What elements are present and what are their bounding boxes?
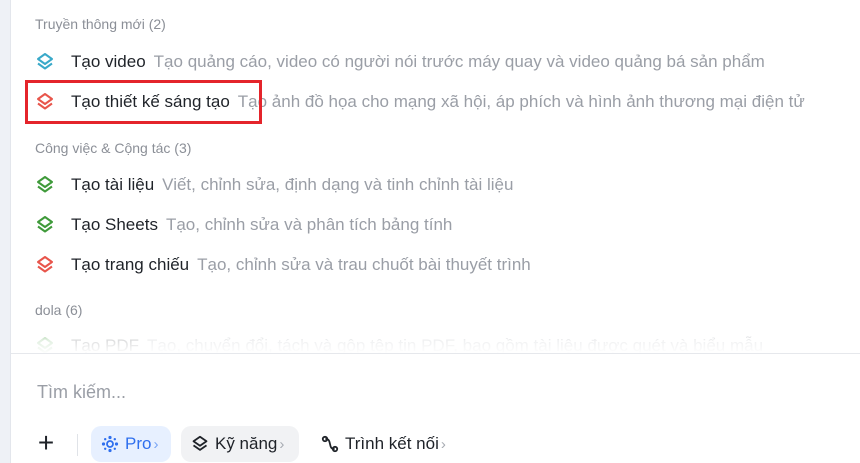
menu-item-label: Tạo PDF <box>71 336 140 353</box>
layers-icon <box>35 175 55 195</box>
menu-item-description: Tạo ảnh đồ họa cho mạng xã hội, áp phích… <box>237 92 805 111</box>
section-title-dola: dola (6) <box>35 302 83 318</box>
menu-item-label: Tạo Sheets <box>71 215 158 234</box>
menu-item-create-pdf[interactable]: Tạo PDF Tạo, chuyển đổi, tách và gộp tệp… <box>35 331 763 353</box>
plus-icon[interactable]: + <box>35 429 57 457</box>
menu-item-create-slides[interactable]: Tạo trang chiếu Tạo, chỉnh sửa và trau c… <box>35 250 531 280</box>
chevron-right-icon: › <box>440 435 446 453</box>
menu-item-description: Tạo, chỉnh sửa và trau chuốt bài thuyết … <box>197 255 531 274</box>
sparkle-cluster-icon <box>101 435 119 453</box>
skills-label: Kỹ năng <box>215 434 278 453</box>
pro-label: Pro <box>125 434 152 453</box>
menu-item-description: Tạo, chỉnh sửa và phân tích bảng tính <box>165 215 453 234</box>
layers-icon <box>35 255 55 275</box>
layers-icon <box>35 336 55 353</box>
section-title-new-media: Truyền thông mới (2) <box>35 16 166 32</box>
menu-item-label: Tạo trang chiếu <box>71 255 190 274</box>
menu-divider <box>11 353 860 354</box>
section-title-work-collab: Công việc & Cộng tác (3) <box>35 140 192 156</box>
chevron-right-icon: › <box>153 435 159 453</box>
layers-icon <box>191 435 209 453</box>
toolbar-separator <box>77 434 78 456</box>
composer-toolbar: + Pro › Kỹ năng › Trình kết nối › <box>11 424 860 463</box>
menu-item-create-video[interactable]: Tạo video Tạo quảng cáo, video có người … <box>35 47 765 77</box>
menu-item-description: Tạo, chuyển đổi, tách và gộp tệp tin PDF… <box>147 336 764 353</box>
pro-mode-button[interactable]: Pro › <box>91 426 171 462</box>
menu-item-description: Viết, chỉnh sửa, định dạng và tinh chỉnh… <box>162 175 514 194</box>
menu-item-label: Tạo thiết kế sáng tạo <box>71 92 230 111</box>
menu-item-create-creative-design[interactable]: Tạo thiết kế sáng tạo Tạo ảnh đồ họa cho… <box>35 87 805 117</box>
search-input[interactable] <box>35 376 839 408</box>
menu-item-create-sheets[interactable]: Tạo Sheets Tạo, chỉnh sửa và phân tích b… <box>35 210 452 240</box>
menu-item-label: Tạo video <box>71 52 146 71</box>
menu-item-label: Tạo tài liệu <box>71 175 155 194</box>
connectors-button[interactable]: Trình kết nối › <box>311 426 461 462</box>
layers-icon <box>35 215 55 235</box>
menu-item-description: Tạo quảng cáo, video có người nói trước … <box>153 52 765 71</box>
layers-icon <box>35 92 55 112</box>
chevron-right-icon: › <box>279 435 285 453</box>
skills-button[interactable]: Kỹ năng › <box>181 426 299 462</box>
skills-menu: Truyền thông mới (2) Tạo video Tạo quảng… <box>11 0 860 353</box>
layers-icon <box>35 52 55 72</box>
skills-menu-panel: Truyền thông mới (2) Tạo video Tạo quảng… <box>10 0 860 463</box>
connectors-label: Trình kết nối <box>345 434 439 453</box>
menu-item-create-document[interactable]: Tạo tài liệu Viết, chỉnh sửa, định dạng … <box>35 170 513 200</box>
connector-icon <box>321 435 339 453</box>
